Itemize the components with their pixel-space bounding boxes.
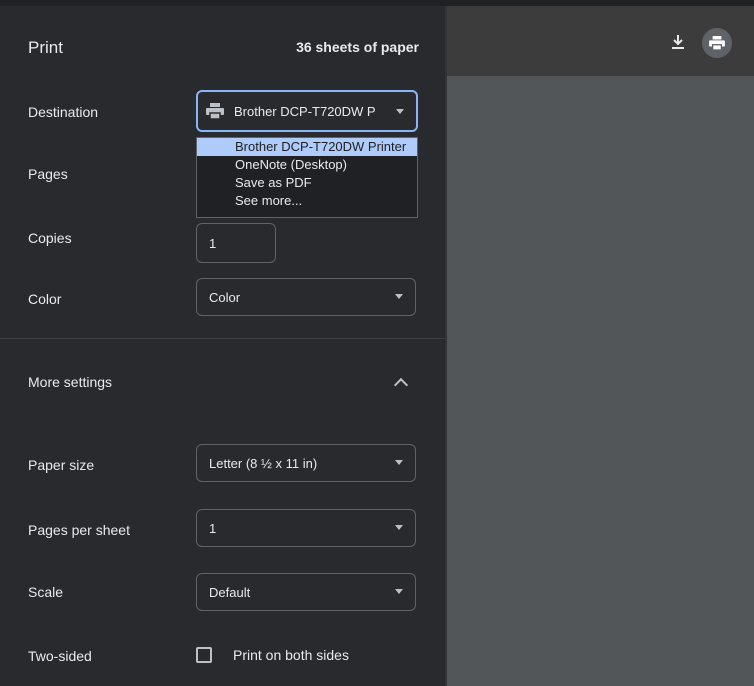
two-sided-label: Two-sided: [28, 648, 92, 664]
pages-per-sheet-value: 1: [209, 520, 217, 536]
paper-size-select[interactable]: Letter (8 ½ x 11 in): [196, 444, 416, 482]
pages-per-sheet-select[interactable]: 1: [196, 509, 416, 547]
printer-icon: [206, 103, 224, 119]
scale-label: Scale: [28, 584, 64, 600]
print-settings-panel: Print 36 sheets of paper Destination Bro…: [0, 6, 445, 686]
pages-label: Pages: [28, 166, 68, 182]
destination-option-brother[interactable]: Brother DCP-T720DW Printer: [197, 138, 417, 156]
color-value: Color: [209, 289, 241, 305]
two-sided-checkbox[interactable]: [196, 647, 212, 663]
destination-value: Brother DCP-T720DW P: [234, 103, 376, 119]
copies-input[interactable]: 1: [196, 223, 276, 263]
page-title: Print: [28, 38, 63, 57]
destination-label: Destination: [28, 104, 99, 120]
dropdown-arrow-icon: [396, 109, 404, 114]
dropdown-arrow-icon: [395, 525, 403, 530]
chevron-up-icon[interactable]: [393, 377, 409, 393]
dropdown-arrow-icon: [395, 294, 403, 299]
destination-option-pdf[interactable]: Save as PDF: [197, 174, 417, 192]
two-sided-option-label[interactable]: Print on both sides: [233, 647, 349, 663]
paper-size-value: Letter (8 ½ x 11 in): [209, 455, 318, 471]
destination-option-onenote[interactable]: OneNote (Desktop): [197, 156, 417, 174]
more-settings-toggle[interactable]: More settings: [28, 374, 112, 390]
color-label: Color: [28, 291, 62, 307]
sheet-count: 36 sheets of paper: [296, 39, 419, 55]
download-icon[interactable]: [663, 28, 693, 58]
copies-label: Copies: [28, 230, 72, 246]
color-select[interactable]: Color: [196, 278, 416, 316]
preview-toolbar: [447, 6, 754, 76]
pages-per-sheet-label: Pages per sheet: [28, 522, 130, 538]
paper-size-label: Paper size: [28, 457, 95, 473]
scale-select[interactable]: Default: [196, 573, 416, 611]
dropdown-arrow-icon: [395, 589, 403, 594]
dropdown-arrow-icon: [395, 460, 403, 465]
print-preview-area: [447, 6, 754, 686]
destination-option-see-more[interactable]: See more...: [197, 192, 417, 210]
divider: [0, 338, 445, 339]
destination-select[interactable]: Brother DCP-T720DW P: [196, 90, 418, 132]
scale-value: Default: [209, 584, 251, 600]
print-icon[interactable]: [702, 28, 732, 58]
destination-dropdown: Brother DCP-T720DW Printer OneNote (Desk…: [196, 137, 418, 218]
